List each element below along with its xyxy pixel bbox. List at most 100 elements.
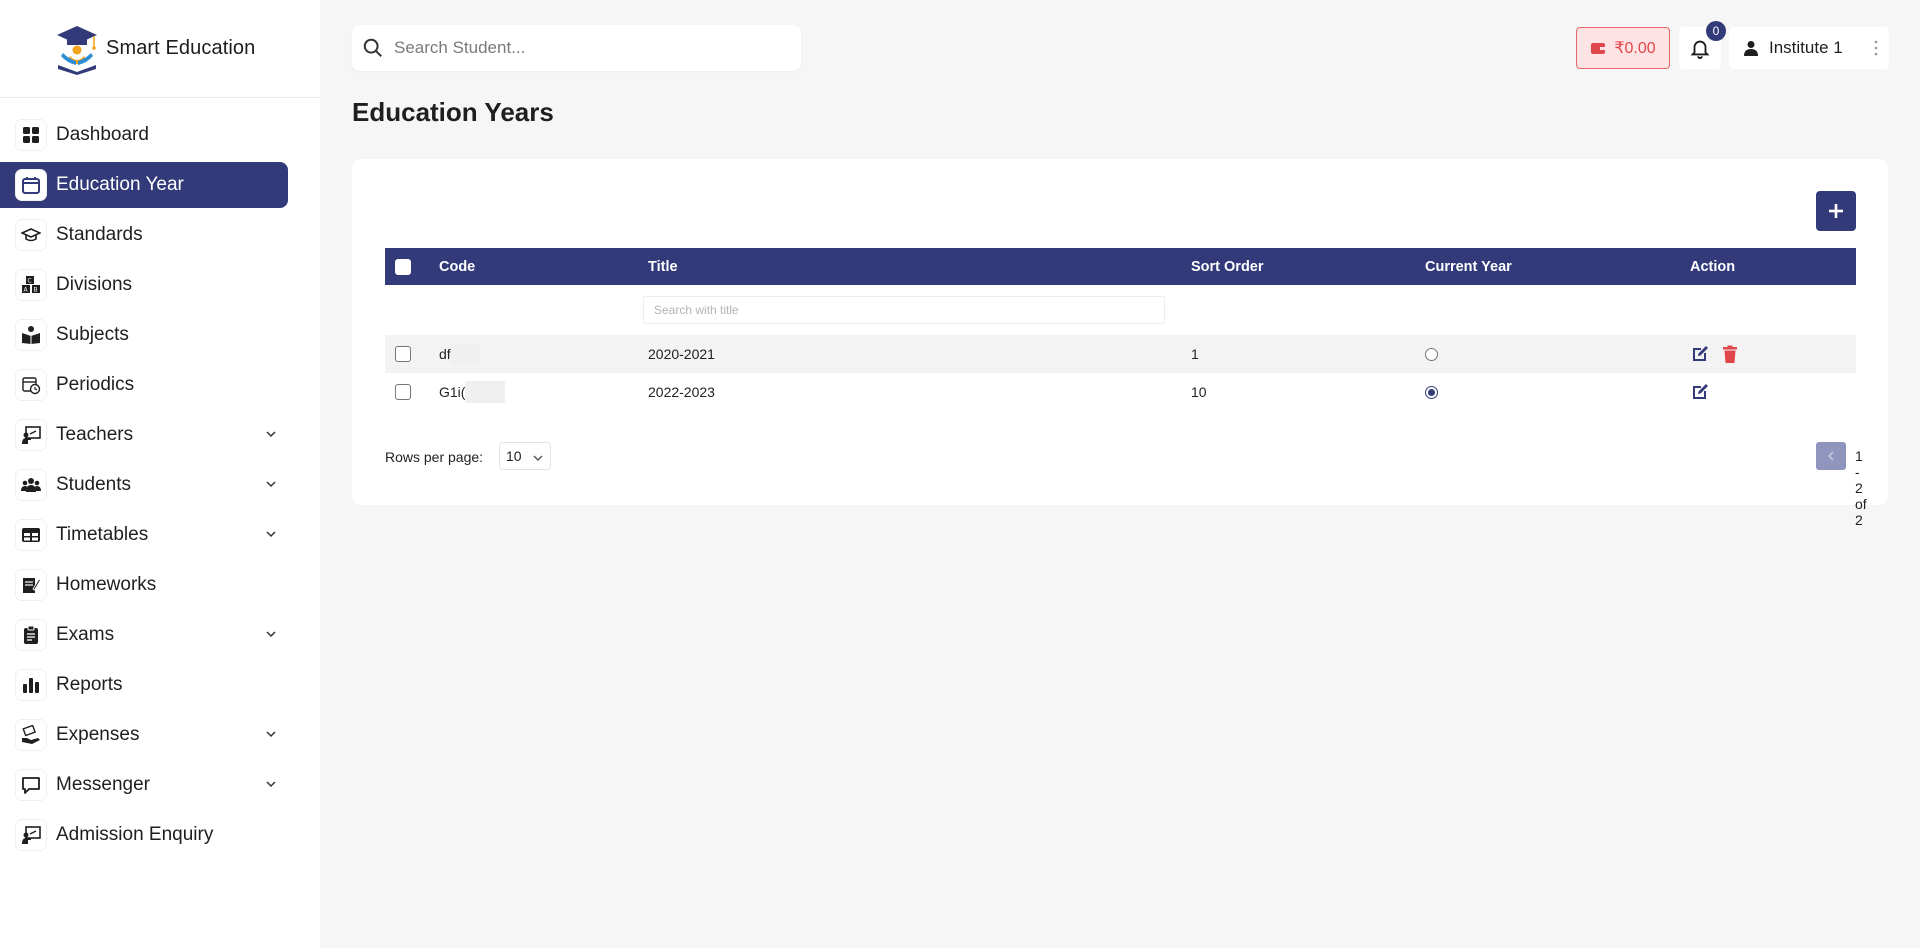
chevron-down-icon[interactable]	[264, 777, 278, 791]
previous-page-button[interactable]	[1816, 442, 1846, 470]
sidebar-item-periodics[interactable]: Periodics	[0, 362, 288, 408]
wallet-amount: ₹0.00	[1614, 40, 1656, 57]
row-checkbox[interactable]	[395, 346, 411, 362]
user-menu[interactable]: Institute 1	[1729, 27, 1889, 69]
pagination-range: 1 - 2 of 2	[1855, 448, 1867, 528]
sidebar-item-exams[interactable]: Exams	[0, 612, 288, 658]
chevron-down-icon[interactable]	[264, 627, 278, 641]
trash-icon[interactable]	[1720, 344, 1740, 364]
svg-text:B: B	[34, 287, 38, 294]
header-action: Action	[1690, 258, 1736, 275]
cell-sort-order: 10	[1191, 384, 1207, 400]
cell-sort-order: 1	[1191, 346, 1199, 362]
user-name: Institute 1	[1769, 38, 1843, 57]
book-reader-icon	[16, 320, 46, 350]
sidebar-item-admission-enquiry[interactable]: Admission Enquiry	[0, 812, 288, 858]
student-search	[352, 25, 801, 71]
sidebar-item-education-year[interactable]: Education Year	[0, 162, 288, 208]
sidebar-item-teachers[interactable]: Teachers	[0, 412, 288, 458]
edit-icon[interactable]	[1690, 344, 1710, 364]
sidebar-item-subjects[interactable]: Subjects	[0, 312, 288, 358]
graduation-cap-icon	[16, 220, 46, 250]
homework-note-icon	[16, 570, 46, 600]
search-icon	[363, 38, 382, 57]
filter-row	[385, 285, 1856, 335]
select-all-checkbox[interactable]	[395, 258, 411, 275]
education-years-card: Code Title Sort Order Current Year Actio…	[352, 159, 1888, 528]
students-group-icon	[16, 470, 46, 500]
edit-icon[interactable]	[1690, 382, 1710, 402]
sidebar-item-label: Students	[56, 474, 131, 495]
sidebar-item-reports[interactable]: Reports	[0, 662, 288, 708]
graduation-logo-icon	[57, 25, 97, 75]
table-row: G1i(2022-2023 10	[385, 373, 1856, 411]
sidebar-item-label: Homeworks	[56, 574, 157, 595]
sidebar-item-label: Standards	[56, 224, 143, 245]
sidebar-item-label: Reports	[56, 674, 123, 695]
redacted-area	[465, 381, 506, 403]
sidebar-item-label: Subjects	[56, 324, 129, 345]
calendar-clock-icon	[16, 370, 46, 400]
table-footer: Rows per page: 10 1 - 2 of 2	[385, 442, 1867, 528]
table-icon	[16, 520, 46, 550]
sidebar-item-divisions[interactable]: C A B Divisions	[0, 262, 288, 308]
wallet-balance-button[interactable]: ₹0.00	[1576, 27, 1670, 69]
brand[interactable]: Smart Education	[0, 0, 320, 98]
current-year-radio[interactable]	[1425, 385, 1438, 399]
sidebar-item-label: Education Year	[56, 174, 184, 195]
rows-per-page-select[interactable]: 10	[499, 442, 551, 470]
chevron-left-icon	[1827, 451, 1834, 461]
sidebar-item-timetables[interactable]: Timetables	[0, 512, 288, 558]
header-current-year[interactable]: Current Year	[1425, 248, 1512, 285]
sidebar-item-homeworks[interactable]: Homeworks	[0, 562, 288, 608]
sidebar: Smart Education Dashboard Education Year S…	[0, 0, 320, 948]
chevron-down-icon[interactable]	[264, 427, 278, 441]
sidebar-item-messenger[interactable]: Messenger	[0, 762, 288, 808]
chevron-down-icon[interactable]	[264, 477, 278, 491]
chevron-down-icon	[533, 455, 543, 461]
chevron-down-icon[interactable]	[264, 727, 278, 741]
header-sort-order[interactable]: Sort Order	[1191, 248, 1264, 285]
sidebar-item-students[interactable]: Students	[0, 462, 288, 508]
header-code[interactable]: Code	[439, 248, 475, 285]
sidebar-item-label: Admission Enquiry	[56, 824, 214, 845]
more-vertical-icon[interactable]	[1873, 40, 1879, 56]
sidebar-item-label: Timetables	[56, 524, 149, 545]
sidebar-item-standards[interactable]: Standards	[0, 212, 288, 258]
sidebar-item-label: Messenger	[56, 774, 150, 795]
title-filter-input[interactable]	[643, 296, 1165, 324]
notification-count-badge: 0	[1706, 21, 1726, 41]
cell-code: df	[439, 346, 451, 362]
search-input[interactable]	[394, 38, 774, 58]
sidebar-item-dashboard[interactable]: Dashboard	[0, 112, 288, 158]
redacted-area	[450, 343, 479, 365]
notifications-button[interactable]: 0	[1679, 21, 1726, 69]
current-year-radio[interactable]	[1425, 347, 1438, 361]
rows-per-page-value: 10	[506, 448, 522, 464]
cell-title: 2022-2023	[648, 384, 715, 400]
table-header: Code Title Sort Order Current Year Actio…	[385, 248, 1856, 285]
sidebar-item-label: Expenses	[56, 724, 140, 745]
sidebar-item-label: Periodics	[56, 374, 135, 395]
header-title[interactable]: Title	[648, 248, 678, 285]
chevron-down-icon[interactable]	[264, 527, 278, 541]
user-icon	[1744, 41, 1758, 56]
abc-blocks-icon: CAB	[16, 270, 46, 300]
row-checkbox[interactable]	[395, 384, 411, 400]
money-hand-icon	[16, 720, 46, 750]
brand-name: Smart Education	[106, 37, 256, 59]
message-icon	[16, 770, 46, 800]
add-education-year-button[interactable]	[1816, 191, 1856, 231]
sidebar-item-expenses[interactable]: Expenses	[0, 712, 288, 758]
table-row: df 2020-2021 1	[385, 335, 1856, 373]
education-years-table: Code Title Sort Order Current Year Actio…	[385, 248, 1856, 411]
bar-chart-icon	[16, 670, 46, 700]
sidebar-item-label: Exams	[56, 624, 115, 645]
sidebar-item-label: Dashboard	[56, 124, 149, 145]
calendar-icon	[16, 170, 46, 200]
rows-per-page-label: Rows per page:	[385, 449, 484, 465]
page-title: Education Years	[352, 97, 554, 127]
sidebar-nav: Dashboard Education Year Standards C A B Divis…	[0, 98, 320, 858]
sidebar-item-label: Teachers	[56, 424, 134, 445]
cell-title: 2020-2021	[648, 346, 715, 362]
